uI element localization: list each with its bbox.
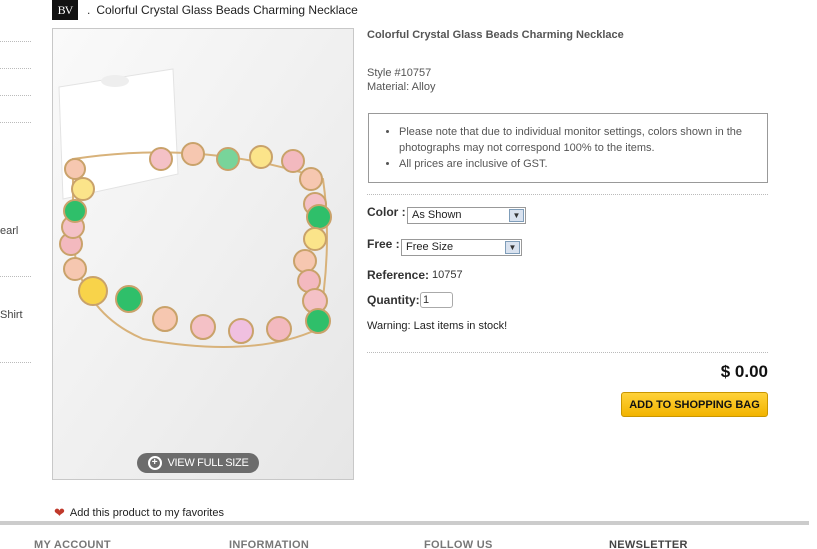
color-select[interactable]: As Shown ▼ (407, 207, 526, 224)
footer-follow-us[interactable]: FOLLOW US (424, 539, 493, 549)
view-full-size-label: VIEW FULL SIZE (167, 457, 249, 469)
product-title: Colorful Crystal Glass Beads Charming Ne… (367, 29, 624, 41)
footer-my-account[interactable]: MY ACCOUNT (34, 539, 111, 549)
zoom-icon: + (147, 456, 162, 470)
reference-value: 10757 (432, 269, 463, 281)
sidebar-divider (0, 122, 31, 123)
note-item: All prices are inclusive of GST. (399, 156, 755, 172)
product-image[interactable]: + VIEW FULL SIZE (52, 28, 354, 480)
free-label: Free : (367, 237, 400, 251)
quantity-input[interactable]: 1 (420, 292, 453, 308)
sidebar-divider (0, 68, 31, 69)
breadcrumb: BV . Colorful Crystal Glass Beads Charmi… (52, 0, 358, 20)
chevron-down-icon: ▼ (509, 209, 524, 222)
sidebar-divider (0, 362, 31, 363)
product-material: Material: Alloy (367, 81, 436, 93)
color-select-value: As Shown (412, 209, 462, 221)
necklace-photo (53, 29, 353, 479)
color-label: Color : (367, 205, 406, 219)
divider (367, 194, 768, 195)
add-to-favorites-link[interactable]: ❤ Add this product to my favorites (54, 505, 224, 521)
reference-label: Reference: (367, 268, 430, 282)
divider (367, 352, 768, 353)
add-to-bag-button[interactable]: ADD TO SHOPPING BAG (621, 392, 768, 417)
footer-newsletter[interactable]: NEWSLETTER (609, 539, 688, 549)
breadcrumb-separator: . (87, 3, 91, 17)
product-price: $ 0.00 (720, 362, 768, 381)
size-select-value: Free Size (406, 241, 454, 253)
breadcrumb-current: Colorful Crystal Glass Beads Charming Ne… (96, 3, 358, 17)
sidebar-divider (0, 41, 31, 42)
footer-divider (0, 521, 809, 525)
sidebar-item-fragment[interactable]: earl (0, 225, 18, 237)
store-logo[interactable]: BV (52, 0, 78, 20)
chevron-down-icon: ▼ (505, 241, 520, 254)
sidebar-divider (0, 276, 31, 277)
size-select[interactable]: Free Size ▼ (401, 239, 522, 256)
product-style: Style #10757 (367, 67, 432, 79)
heart-icon: ❤ (54, 505, 65, 520)
view-full-size-button[interactable]: + VIEW FULL SIZE (137, 453, 259, 473)
quantity-label: Quantity: (367, 293, 420, 307)
favorites-label: Add this product to my favorites (69, 507, 224, 519)
stock-warning: Warning: Last items in stock! (367, 320, 508, 332)
note-item: Please note that due to individual monit… (399, 124, 755, 156)
sidebar-divider (0, 95, 31, 96)
footer-information[interactable]: INFORMATION (229, 539, 309, 549)
product-notes: Please note that due to individual monit… (368, 113, 768, 183)
sidebar-item-fragment[interactable]: Shirt (0, 309, 23, 321)
